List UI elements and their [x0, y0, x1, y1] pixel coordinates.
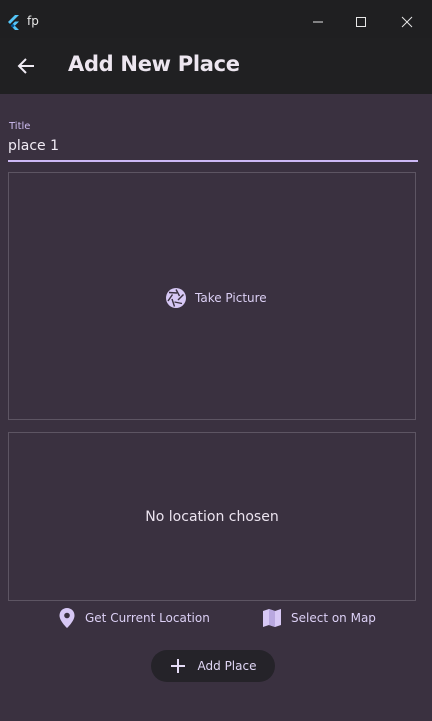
maximize-icon: [356, 17, 366, 27]
minimize-icon: [313, 21, 323, 23]
add-place-label: Add Place: [197, 659, 257, 673]
image-preview-box: Take Picture: [8, 172, 416, 420]
arrow-back-icon: [17, 58, 34, 74]
window-title: fp: [27, 14, 39, 28]
back-button[interactable]: [8, 48, 44, 84]
page-title: Add New Place: [68, 52, 240, 76]
app-bar: Add New Place: [0, 38, 432, 94]
add-place-button[interactable]: Add Place: [151, 650, 275, 682]
title-input[interactable]: [8, 134, 418, 158]
take-picture-button[interactable]: Take Picture: [165, 285, 267, 311]
take-picture-label: Take Picture: [195, 291, 267, 305]
close-icon: [401, 16, 413, 28]
map-icon: [263, 609, 281, 627]
location-preview-box: No location chosen: [8, 432, 416, 601]
location-pin-icon: [59, 608, 75, 628]
select-on-map-label: Select on Map: [291, 611, 376, 625]
flutter-logo-icon: [8, 15, 19, 30]
get-current-location-label: Get Current Location: [85, 611, 210, 625]
get-current-location-button[interactable]: Get Current Location: [58, 606, 210, 630]
select-on-map-button[interactable]: Select on Map: [262, 606, 376, 630]
title-input-underline: [8, 160, 418, 162]
plus-icon: [170, 659, 185, 673]
no-location-text: No location chosen: [145, 508, 279, 525]
title-field-label: Title: [9, 121, 31, 132]
camera-aperture-icon: [166, 288, 186, 308]
